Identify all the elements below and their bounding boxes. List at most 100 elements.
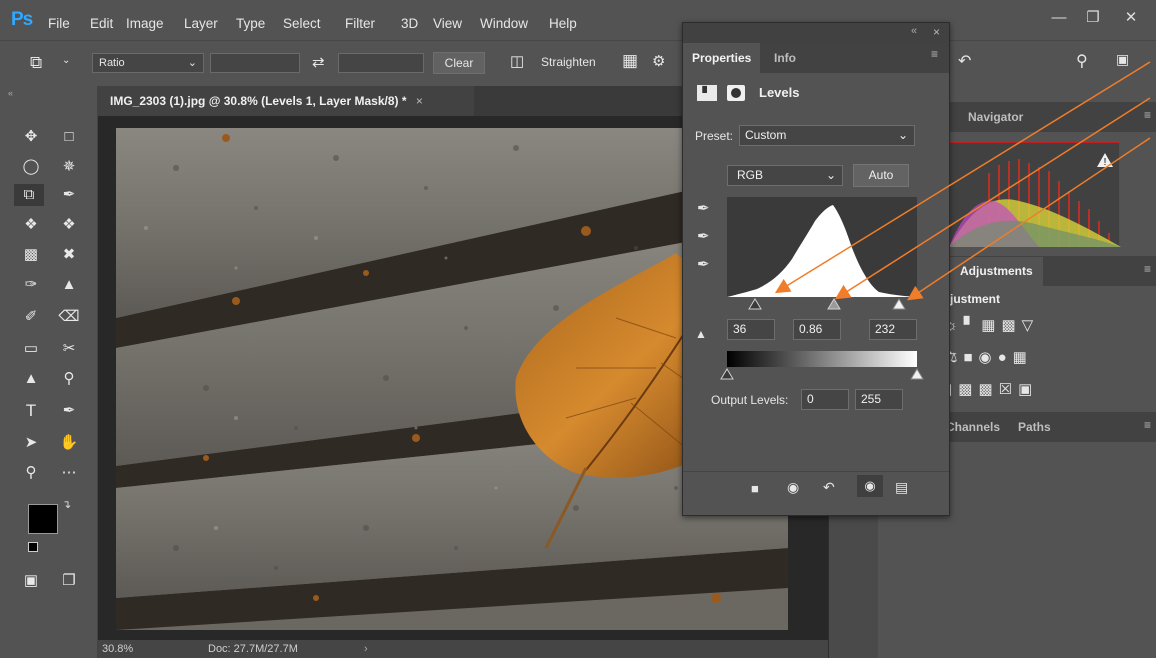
document-tab[interactable]: IMG_2303 (1).jpg @ 30.8% (Levels 1, Laye… bbox=[98, 86, 474, 116]
selective-color-icon[interactable]: ☒ bbox=[999, 381, 1018, 398]
tab-info[interactable]: Info bbox=[765, 43, 805, 73]
preset-select[interactable]: Custom ⌄ bbox=[739, 125, 915, 146]
brush-tool-icon[interactable]: ✑ bbox=[18, 274, 44, 296]
screen-mode-icon[interactable]: ❐ bbox=[56, 570, 82, 592]
frame-tool-icon[interactable]: ▩ bbox=[18, 244, 44, 266]
burn-tool-icon[interactable]: ⚲ bbox=[56, 368, 82, 390]
clone-stamp-tool-icon[interactable]: ▲ bbox=[56, 274, 82, 296]
panel-menu-icon-4[interactable]: ≡ bbox=[931, 47, 938, 61]
pen-tool-icon[interactable]: ✒ bbox=[56, 400, 82, 422]
move-tool-icon[interactable]: ✥ bbox=[18, 126, 44, 148]
clear-button[interactable]: Clear bbox=[433, 52, 485, 74]
black-white-icon[interactable]: ■ bbox=[963, 349, 978, 366]
history-brush-tool-icon[interactable]: ✐ bbox=[18, 306, 44, 328]
type-tool-icon[interactable]: T bbox=[18, 400, 44, 422]
black-point-slider[interactable] bbox=[748, 298, 762, 310]
camera-icon[interactable]: ◉ bbox=[979, 349, 998, 366]
marquee-tool-icon[interactable]: □ bbox=[56, 126, 82, 148]
menu-3d[interactable]: 3D bbox=[401, 16, 418, 31]
gray-eyedropper-icon[interactable]: ✒ bbox=[697, 227, 710, 245]
eyedropper-tool-icon[interactable]: ✒ bbox=[56, 184, 82, 206]
posterize-icon[interactable]: ▩ bbox=[958, 381, 978, 398]
input-black-field[interactable]: 36 bbox=[727, 319, 775, 340]
minimize-button[interactable]: — bbox=[1042, 6, 1076, 32]
gradient-map-icon[interactable]: ▣ bbox=[1018, 381, 1038, 398]
mixer-icon[interactable]: ● bbox=[998, 349, 1013, 366]
black-eyedropper-icon[interactable]: ✒ bbox=[697, 199, 710, 217]
tab-paths[interactable]: Paths bbox=[1008, 413, 1061, 441]
quick-mask-icon[interactable]: ▣ bbox=[18, 570, 44, 592]
zoom-level[interactable]: 30.8% bbox=[102, 640, 133, 658]
swap-icon[interactable]: ⇄ bbox=[312, 53, 325, 71]
restore-button[interactable]: ❐ bbox=[1076, 6, 1110, 32]
menu-window[interactable]: Window bbox=[480, 16, 528, 31]
input-gamma-field[interactable]: 0.86 bbox=[793, 319, 841, 340]
healing-brush-tool-icon[interactable]: ❖ bbox=[18, 214, 44, 236]
default-colors-icon[interactable] bbox=[28, 542, 38, 552]
lasso-tool-icon[interactable]: ◯ bbox=[18, 156, 44, 178]
tool-preset-chevron-icon[interactable]: ⌄ bbox=[62, 55, 70, 66]
levels-icon[interactable]: ▘ bbox=[964, 317, 982, 334]
quick-select-tool-icon[interactable]: ✵ bbox=[56, 156, 82, 178]
foreground-color-swatch[interactable] bbox=[28, 504, 58, 534]
clip-to-layer-icon[interactable]: ■ bbox=[751, 481, 759, 496]
threshold-icon[interactable]: ▩ bbox=[978, 381, 998, 398]
path-selection-tool-icon[interactable]: ➤ bbox=[18, 432, 44, 454]
channel-select[interactable]: RGB ⌄ bbox=[727, 165, 843, 186]
tab-close-icon[interactable]: × bbox=[416, 94, 423, 108]
collapse-panel-icon[interactable]: « bbox=[911, 25, 917, 37]
menu-layer[interactable]: Layer bbox=[184, 16, 218, 31]
crop-tool-icon-selected[interactable]: ⧉ bbox=[14, 184, 44, 206]
panel-menu-icon[interactable]: ≡ bbox=[1144, 108, 1151, 122]
blur-tool-icon[interactable]: ✂ bbox=[56, 338, 82, 360]
bandage-tool-icon[interactable]: ❖ bbox=[56, 214, 82, 236]
overlay-grid-icon[interactable]: ▦ bbox=[622, 51, 638, 71]
more-tools-icon[interactable]: ⋯ bbox=[56, 462, 82, 484]
close-panel-icon[interactable]: × bbox=[933, 25, 940, 39]
menu-edit[interactable]: Edit bbox=[90, 16, 113, 31]
output-black-field[interactable]: 0 bbox=[801, 389, 849, 410]
collapse-icon[interactable]: « bbox=[8, 88, 13, 98]
workspace-icon[interactable]: ▣ bbox=[1116, 51, 1129, 68]
white-eyedropper-icon[interactable]: ✒ bbox=[697, 255, 710, 273]
straighten-label[interactable]: Straighten bbox=[541, 55, 596, 69]
exposure-icon[interactable]: ▩ bbox=[1001, 317, 1021, 334]
hand-tool-icon[interactable]: ✋ bbox=[56, 432, 82, 454]
crop-tool-icon[interactable]: ⧉ bbox=[30, 53, 42, 73]
visibility-eye-icon[interactable]: ◉ bbox=[857, 475, 883, 497]
trash-icon[interactable]: ▤ bbox=[895, 479, 908, 496]
status-menu-arrow-icon[interactable]: › bbox=[364, 640, 368, 658]
menu-image[interactable]: Image bbox=[126, 16, 164, 31]
menu-type[interactable]: Type bbox=[236, 16, 265, 31]
panel-menu-icon-3[interactable]: ≡ bbox=[1144, 418, 1151, 432]
output-white-field[interactable]: 255 bbox=[855, 389, 903, 410]
window-close-button[interactable]: ✕ bbox=[1114, 6, 1148, 32]
tab-navigator[interactable]: Navigator bbox=[958, 103, 1033, 131]
gradient-triangle-icon[interactable]: ▽ bbox=[1022, 317, 1040, 334]
view-previous-state-icon[interactable]: ◉ bbox=[787, 479, 799, 496]
tab-properties[interactable]: Properties bbox=[683, 43, 761, 73]
input-white-field[interactable]: 232 bbox=[869, 319, 917, 340]
undo-arrow-icon[interactable]: ↶ bbox=[958, 51, 971, 71]
gradient-tool-icon[interactable]: ▭ bbox=[18, 338, 44, 360]
output-black-slider[interactable] bbox=[720, 368, 734, 380]
panel-menu-icon-2[interactable]: ≡ bbox=[1144, 262, 1151, 276]
output-white-slider[interactable] bbox=[910, 368, 924, 380]
ratio-height-input[interactable] bbox=[338, 53, 424, 73]
content-aware-move-icon[interactable]: ✖ bbox=[56, 244, 82, 266]
eraser-tool-icon[interactable]: ⌫ bbox=[56, 306, 82, 328]
zoom-tool-icon[interactable]: ⚲ bbox=[18, 462, 44, 484]
lookup-icon[interactable]: ▦ bbox=[1013, 349, 1033, 366]
dodge-tool-icon[interactable]: ▲ bbox=[18, 368, 44, 390]
swap-colors-icon[interactable]: ↴ bbox=[62, 498, 71, 511]
layer-mask-icon[interactable] bbox=[727, 85, 745, 101]
properties-title-bar[interactable]: « × bbox=[683, 23, 949, 43]
ratio-width-input[interactable] bbox=[210, 53, 300, 73]
tab-adjustments[interactable]: Adjustments bbox=[950, 257, 1043, 286]
menu-filter[interactable]: Filter bbox=[345, 16, 375, 31]
search-icon[interactable]: ⚲ bbox=[1076, 51, 1088, 71]
menu-view[interactable]: View bbox=[433, 16, 462, 31]
menu-file[interactable]: File bbox=[48, 16, 70, 31]
straighten-icon[interactable]: ◫ bbox=[510, 52, 524, 70]
menu-help[interactable]: Help bbox=[549, 16, 577, 31]
